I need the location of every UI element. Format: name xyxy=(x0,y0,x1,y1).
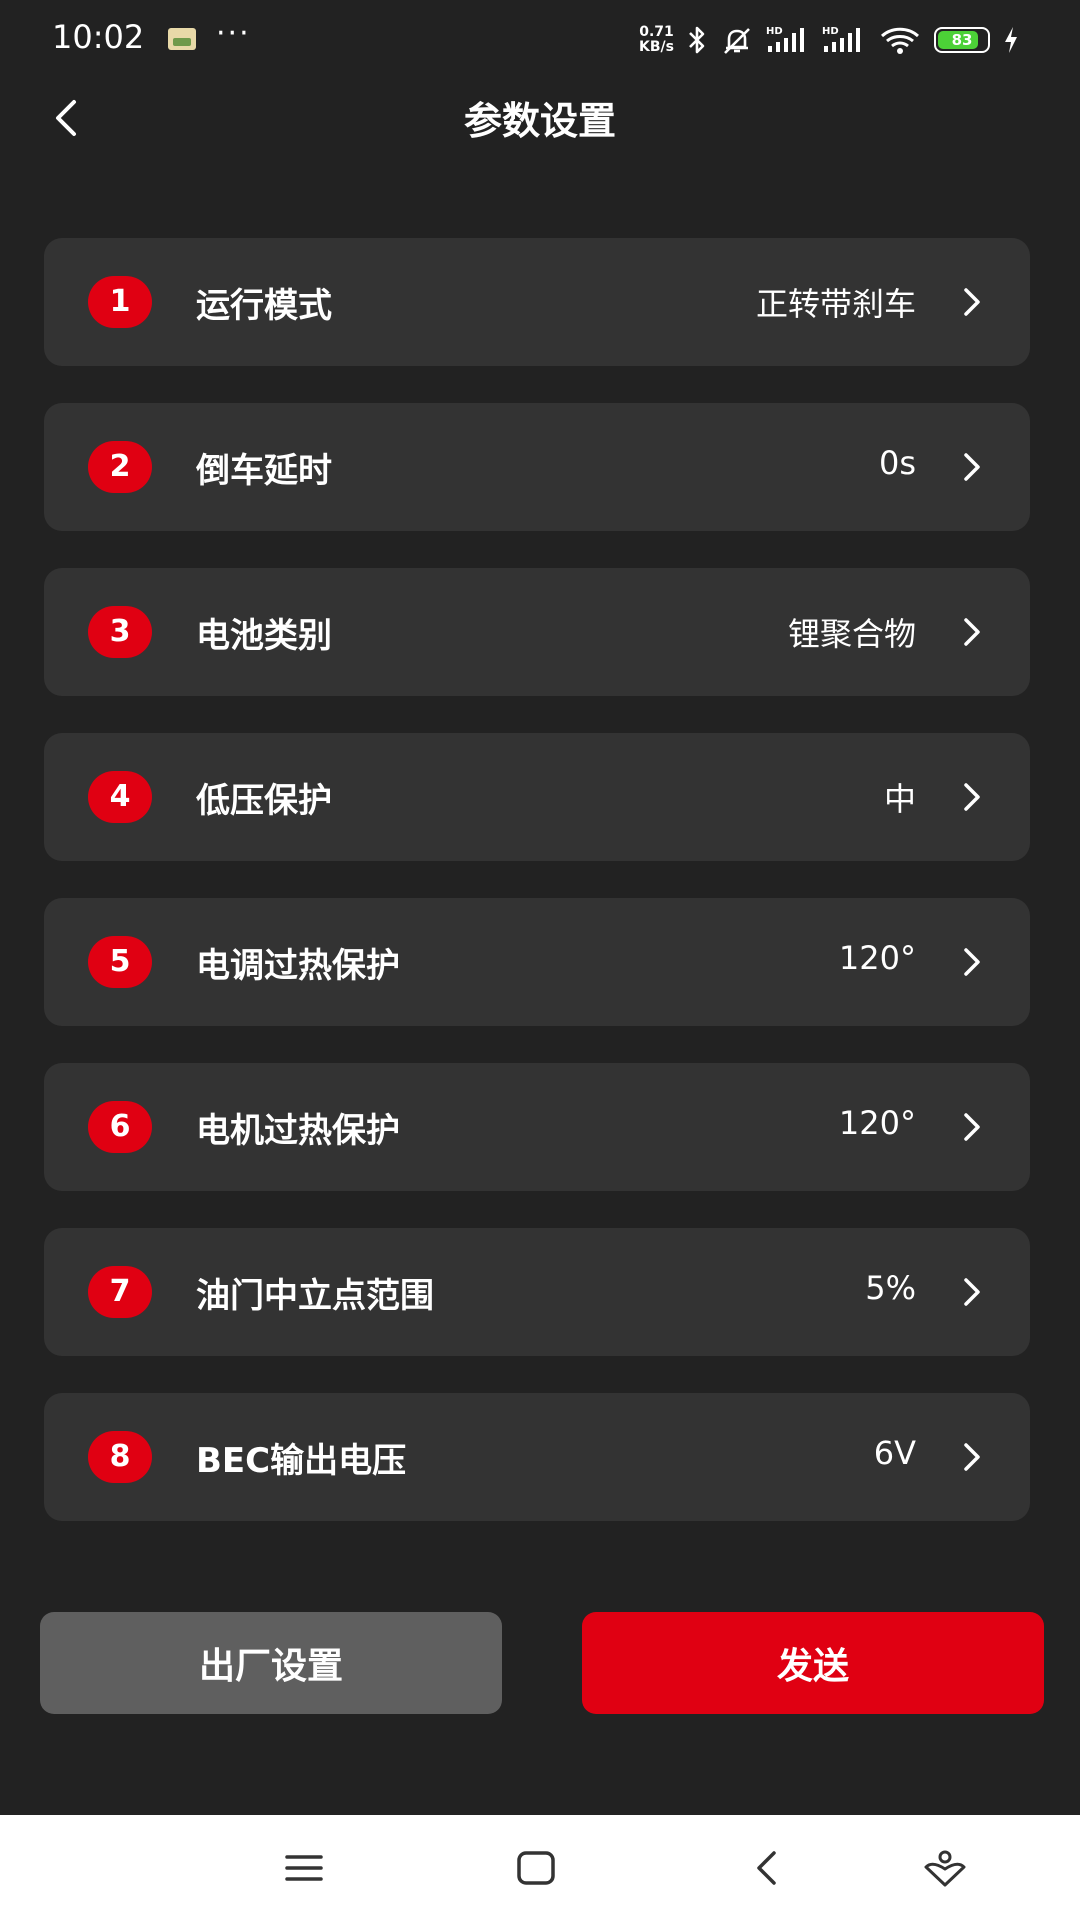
home-button[interactable] xyxy=(511,1843,561,1893)
chevron-right-icon xyxy=(964,618,980,646)
setting-value: 正转带刹车 xyxy=(755,285,916,323)
chevron-right-icon xyxy=(964,1443,980,1471)
charging-icon xyxy=(1002,24,1020,56)
setting-row-run-mode[interactable]: 1 运行模式 正转带刹车 xyxy=(44,238,1030,366)
setting-value: 中 xyxy=(883,780,916,818)
screen: 10:02 ··· 0.71 KB/s HD HD 83 参数设置 1 运行模式… xyxy=(0,0,1080,1920)
setting-label: 电调过热保护 xyxy=(196,946,400,986)
status-icons: 0.71 KB/s HD HD 83 xyxy=(639,20,1020,60)
setting-value: 锂聚合物 xyxy=(787,615,916,653)
bell-off-icon xyxy=(720,24,754,56)
battery-icon: 83 xyxy=(934,27,990,53)
setting-value: 5% xyxy=(865,1269,916,1307)
send-button[interactable]: 发送 xyxy=(582,1612,1044,1714)
setting-value: 0s xyxy=(878,444,916,482)
more-notifications-icon: ··· xyxy=(216,16,251,51)
back-icon xyxy=(757,1851,776,1885)
chevron-right-icon xyxy=(964,453,980,481)
row-index-badge: 4 xyxy=(88,771,152,823)
chevron-right-icon xyxy=(964,948,980,976)
wifi-icon xyxy=(878,24,922,56)
svg-text:HD: HD xyxy=(766,26,783,37)
chevron-right-icon xyxy=(964,288,980,316)
system-nav-bar xyxy=(0,1815,1080,1920)
chevron-right-icon xyxy=(964,1113,980,1141)
assistant-button[interactable] xyxy=(920,1843,970,1893)
setting-label: 电机过热保护 xyxy=(196,1111,400,1151)
setting-value: 6V xyxy=(873,1434,916,1472)
setting-label: 油门中立点范围 xyxy=(196,1276,434,1316)
settings-list: 1 运行模式 正转带刹车 2 倒车延时 0s 3 电池类别 锂聚合物 4 低压保… xyxy=(44,238,1030,1558)
setting-label: 低压保护 xyxy=(196,781,332,821)
row-index-badge: 1 xyxy=(88,276,152,328)
header: 参数设置 xyxy=(0,80,1080,150)
assistant-icon xyxy=(924,1850,966,1887)
row-index-badge: 5 xyxy=(88,936,152,988)
setting-label: 运行模式 xyxy=(196,286,332,326)
photo-notification-icon xyxy=(168,28,196,50)
home-icon xyxy=(517,1851,555,1885)
signal-hd-icon: HD xyxy=(766,24,810,56)
setting-row-battery-type[interactable]: 3 电池类别 锂聚合物 xyxy=(44,568,1030,696)
row-index-badge: 8 xyxy=(88,1431,152,1483)
factory-reset-button[interactable]: 出厂设置 xyxy=(40,1612,502,1714)
setting-row-reverse-delay[interactable]: 2 倒车延时 0s xyxy=(44,403,1030,531)
status-bar: 10:02 ··· 0.71 KB/s HD HD 83 xyxy=(0,0,1080,80)
setting-label: 倒车延时 xyxy=(196,451,332,491)
setting-row-esc-overheat-protection[interactable]: 5 电调过热保护 120° xyxy=(44,898,1030,1026)
battery-level: 83 xyxy=(951,31,973,49)
menu-button[interactable] xyxy=(279,1843,329,1893)
nav-back-button[interactable] xyxy=(743,1843,793,1893)
row-index-badge: 6 xyxy=(88,1101,152,1153)
menu-icon xyxy=(285,1855,323,1881)
row-index-badge: 2 xyxy=(88,441,152,493)
bluetooth-icon xyxy=(686,24,708,56)
net-speed-value: 0.71 xyxy=(639,24,674,40)
setting-label: 电池类别 xyxy=(196,616,332,656)
net-speed: 0.71 KB/s xyxy=(639,25,674,55)
row-index-badge: 3 xyxy=(88,606,152,658)
page-title: 参数设置 xyxy=(463,99,616,143)
svg-text:HD: HD xyxy=(822,26,839,37)
setting-row-low-voltage-protection[interactable]: 4 低压保护 中 xyxy=(44,733,1030,861)
setting-value: 120° xyxy=(838,1104,916,1142)
setting-row-motor-overheat-protection[interactable]: 6 电机过热保护 120° xyxy=(44,1063,1030,1191)
chevron-right-icon xyxy=(964,1278,980,1306)
setting-row-bec-output-voltage[interactable]: 8 BEC输出电压 6V xyxy=(44,1393,1030,1521)
setting-value: 120° xyxy=(838,939,916,977)
chevron-right-icon xyxy=(964,783,980,811)
row-index-badge: 7 xyxy=(88,1266,152,1318)
net-speed-unit: KB/s xyxy=(639,39,674,55)
setting-row-throttle-neutral-range[interactable]: 7 油门中立点范围 5% xyxy=(44,1228,1030,1356)
signal-hd-icon: HD xyxy=(822,24,866,56)
status-time: 10:02 xyxy=(52,18,145,56)
setting-label: BEC输出电压 xyxy=(196,1441,407,1481)
